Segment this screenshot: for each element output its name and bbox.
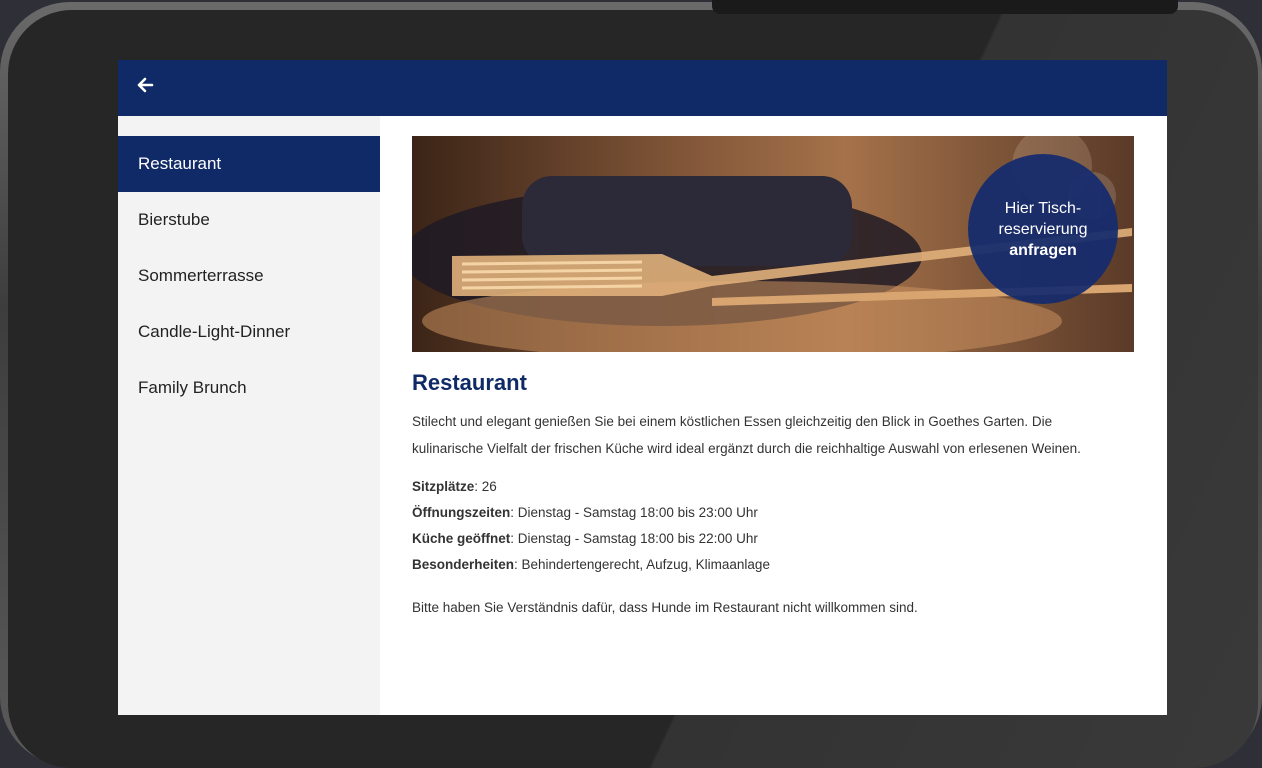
- fact-value: : 26: [474, 479, 497, 494]
- tablet-edge: [712, 0, 1178, 14]
- table-reservation-button[interactable]: Hier Tisch- reservierung anfragen: [968, 154, 1118, 304]
- cta-line-3: anfragen: [1009, 241, 1077, 259]
- fact-value: : Behindertengerecht, Aufzug, Klimaanlag…: [514, 557, 770, 572]
- fact-label: Sitzplätze: [412, 479, 475, 494]
- sidebar: Restaurant Bierstube Sommerterrasse Cand…: [118, 116, 380, 715]
- sidebar-item-family-brunch[interactable]: Family Brunch: [118, 360, 380, 416]
- fact-value: : Dienstag - Samstag 18:00 bis 22:00 Uhr: [510, 531, 758, 546]
- back-button[interactable]: [136, 74, 164, 102]
- sidebar-item-restaurant[interactable]: Restaurant: [118, 136, 380, 192]
- hero-image: Hier Tisch- reservierung anfragen: [412, 136, 1134, 352]
- fact-value: : Dienstag - Samstag 18:00 bis 23:00 Uhr: [510, 505, 758, 520]
- main-content: Hier Tisch- reservierung anfragen Restau…: [412, 136, 1134, 706]
- sidebar-item-label: Restaurant: [138, 154, 222, 173]
- fact-label: Besonderheiten: [412, 557, 515, 572]
- arrow-left-icon: [137, 77, 154, 93]
- sidebar-item-sommerterrasse[interactable]: Sommerterrasse: [118, 248, 380, 304]
- fact-opening-hours: Öffnungszeiten: Dienstag - Samstag 18:00…: [412, 500, 1134, 526]
- dog-policy-note: Bitte haben Sie Verständnis dafür, dass …: [412, 600, 918, 615]
- sidebar-item-bierstube[interactable]: Bierstube: [118, 192, 380, 248]
- facts-list: Sitzplätze: 26 Öffnungszeiten: Dienstag …: [412, 474, 1134, 578]
- fact-seats: Sitzplätze: 26: [412, 474, 1134, 500]
- cta-line-1: Hier Tisch-: [1004, 199, 1082, 217]
- top-bar: [118, 60, 1167, 116]
- sidebar-item-label: Family Brunch: [138, 378, 247, 397]
- cta-line-2: reservierung: [998, 220, 1088, 238]
- fact-label: Küche geöffnet: [412, 531, 511, 546]
- sidebar-item-candle-light-dinner[interactable]: Candle-Light-Dinner: [118, 304, 380, 360]
- fact-label: Öffnungszeiten: [412, 505, 511, 520]
- sidebar-item-label: Sommerterrasse: [138, 266, 264, 285]
- page-title: Restaurant: [412, 370, 527, 395]
- app-screen: Restaurant Bierstube Sommerterrasse Cand…: [118, 60, 1167, 715]
- sidebar-item-label: Bierstube: [138, 210, 210, 229]
- fact-kitchen-hours: Küche geöffnet: Dienstag - Samstag 18:00…: [412, 526, 1134, 552]
- description: Stilecht und elegant genießen Sie bei ei…: [412, 414, 1081, 456]
- sidebar-item-label: Candle-Light-Dinner: [138, 322, 291, 341]
- fact-features: Besonderheiten: Behindertengerecht, Aufz…: [412, 552, 1134, 578]
